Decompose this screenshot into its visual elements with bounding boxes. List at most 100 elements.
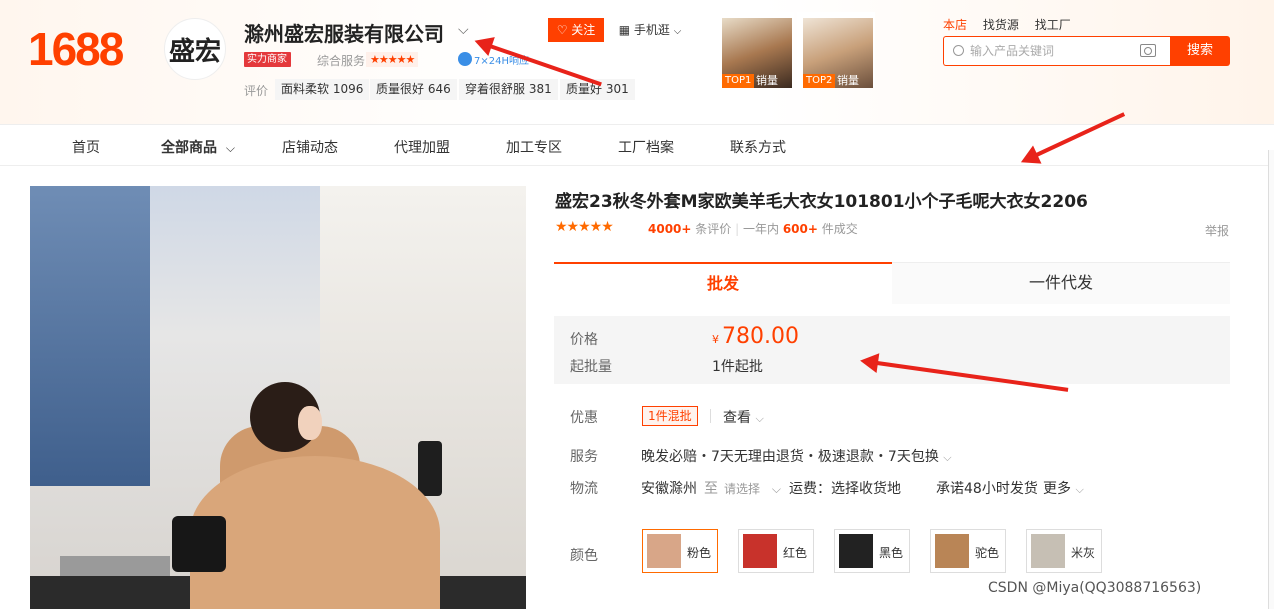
search-input[interactable] <box>970 42 1130 60</box>
color-swatch[interactable]: 米灰 <box>1026 529 1102 573</box>
watermark: CSDN @Miya(QQ3088716563) <box>988 580 1202 596</box>
to-label: 至 <box>704 481 718 497</box>
review-tag-label: 面料柔软 <box>281 82 330 96</box>
rank-badge: TOP1 <box>722 74 755 88</box>
review-tag[interactable]: 面料柔软 1096 <box>275 79 370 100</box>
search-tab[interactable]: 本店 <box>943 18 967 32</box>
rank-label: 销量 <box>837 74 859 87</box>
report-link[interactable]: 举报 <box>1205 222 1229 239</box>
price-value: ¥780.00 <box>712 324 799 349</box>
price-panel: 价格 ¥780.00 起批量 1件起批 <box>554 316 1230 384</box>
review-tag-label: 穿着很舒服 <box>465 82 526 96</box>
model-face <box>298 406 322 440</box>
rating-stars: ★★★★★ <box>555 219 614 235</box>
review-tag-count: 301 <box>605 82 629 96</box>
rank-badge: TOP2 <box>803 74 836 88</box>
qr-code-icon: ▦ <box>618 23 631 37</box>
search-tab[interactable]: 找货源 <box>983 18 1019 32</box>
chevron-down-icon: ⌵ <box>1075 483 1084 496</box>
ship-promise: 承诺48小时发货 <box>936 481 1038 497</box>
product-title: 盛宏23秋冬外套M家欧美羊毛大衣女101801小个子毛呢大衣女2206 <box>555 192 1088 212</box>
color-thumbnail <box>1031 534 1065 568</box>
rank-label: 销量 <box>756 74 778 87</box>
review-tag[interactable]: 质量很好 646 <box>370 79 457 100</box>
search-scope-tabs: 本店 找货源 找工厂 <box>943 16 1083 33</box>
color-swatch[interactable]: 驼色 <box>930 529 1006 573</box>
color-thumbnail <box>647 534 681 568</box>
review-tag-count: 646 <box>427 82 451 96</box>
service-label: 服务 <box>570 449 598 465</box>
more-logistics[interactable]: 更多 ⌵ <box>1043 478 1084 498</box>
chevron-down-icon: ⌵ <box>755 412 764 425</box>
follow-button[interactable]: ♡ 关注 <box>548 18 604 42</box>
review-label: 评价 <box>244 84 269 98</box>
moq-value: 1件起批 <box>712 359 763 375</box>
nav-item-factory[interactable]: 工厂档案 <box>618 137 674 157</box>
street-lantern <box>418 441 442 496</box>
nav-item-agency[interactable]: 代理加盟 <box>394 137 450 157</box>
color-thumbnail <box>743 534 777 568</box>
product-thumbnail-image: TOP2 销量 <box>803 18 873 88</box>
nav-item-all-products[interactable]: 全部商品 ⌵ <box>161 137 235 157</box>
scrollbar[interactable] <box>1268 150 1274 609</box>
search-button[interactable]: 搜索 <box>1170 36 1230 66</box>
top-seller-thumbnail[interactable]: TOP1 销量 <box>716 12 794 88</box>
chevron-down-icon: ⌵ <box>225 141 235 155</box>
destination-select-label: 请选择 <box>724 482 761 496</box>
review-tag[interactable]: 穿着很舒服 381 <box>459 79 558 100</box>
mobile-browse-button[interactable]: ▦ 手机逛 ⌵ <box>612 18 688 42</box>
review-count[interactable]: 4000+ <box>648 222 691 236</box>
search-tab[interactable]: 找工厂 <box>1035 18 1071 32</box>
service-guarantees[interactable]: 晚发必赔・7天无理由退货・极速退款・7天包换 ⌵ <box>641 446 952 466</box>
color-swatch[interactable]: 黑色 <box>834 529 910 573</box>
logistics-label: 物流 <box>570 481 598 497</box>
color-name: 红色 <box>783 546 808 560</box>
freight-info[interactable]: 运费：选择收货地 <box>789 478 901 498</box>
product-thumbnail-image: TOP1 销量 <box>722 18 792 88</box>
color-label: 颜色 <box>570 548 598 564</box>
search-icon <box>953 45 964 56</box>
more-label: 更多 <box>1043 481 1071 497</box>
power-merchant-badge: 实力商家 <box>244 52 291 67</box>
ship-from-city: 安徽滁州 <box>641 481 697 497</box>
nav-item-home[interactable]: 首页 <box>72 137 100 157</box>
camera-icon[interactable] <box>1140 44 1156 57</box>
chevron-down-icon: ⌵ <box>771 482 781 496</box>
tab-wholesale[interactable]: 批发 <box>554 262 892 304</box>
promo-label: 优惠 <box>570 410 598 426</box>
color-name: 驼色 <box>975 546 1000 560</box>
price-amount: 780.00 <box>722 324 799 349</box>
chevron-down-icon: ⌵ <box>943 451 952 464</box>
model-coat <box>190 456 440 609</box>
site-logo[interactable]: 1688 <box>28 22 124 76</box>
chevron-down-icon: ⌵ <box>673 26 682 37</box>
nav-item-label: 全部商品 <box>161 140 217 156</box>
promo-view-toggle[interactable]: 查看 ⌵ <box>723 407 764 427</box>
color-thumbnail <box>839 534 873 568</box>
tab-dropship[interactable]: 一件代发 <box>892 262 1230 304</box>
color-swatch[interactable]: 粉色 <box>642 529 718 573</box>
product-main-image[interactable] <box>30 186 526 609</box>
promo-view-label: 查看 <box>723 410 751 426</box>
shop-header: 1688 盛宏 滁州盛宏服装有限公司 ⌵ 实力商家 综合服务 ★★★★★ 7×2… <box>0 0 1274 124</box>
mobile-label: 手机逛 <box>633 23 670 37</box>
nav-item-processing[interactable]: 加工专区 <box>506 137 562 157</box>
color-thumbnail <box>935 534 969 568</box>
background-building <box>30 186 150 486</box>
chevron-down-icon[interactable]: ⌵ <box>458 22 469 38</box>
destination-select[interactable]: 请选择 ⌵ <box>724 480 781 497</box>
review-suffix: 条评价 <box>695 222 732 236</box>
shop-avatar[interactable]: 盛宏 <box>164 18 226 80</box>
shop-name[interactable]: 滁州盛宏服装有限公司 <box>244 18 444 47</box>
search-box <box>943 36 1173 66</box>
color-name: 米灰 <box>1071 546 1096 560</box>
nav-item-news[interactable]: 店铺动态 <box>282 137 338 157</box>
color-name: 黑色 <box>879 546 904 560</box>
moq-label: 起批量 <box>570 359 612 375</box>
sold-count: 600+ <box>782 222 818 236</box>
nav-item-contact[interactable]: 联系方式 <box>730 137 786 157</box>
color-swatch[interactable]: 红色 <box>738 529 814 573</box>
service-text: 晚发必赔・7天无理由退货・极速退款・7天包换 <box>641 449 939 465</box>
top-seller-thumbnail[interactable]: TOP2 销量 <box>797 12 875 88</box>
divider <box>710 409 711 423</box>
